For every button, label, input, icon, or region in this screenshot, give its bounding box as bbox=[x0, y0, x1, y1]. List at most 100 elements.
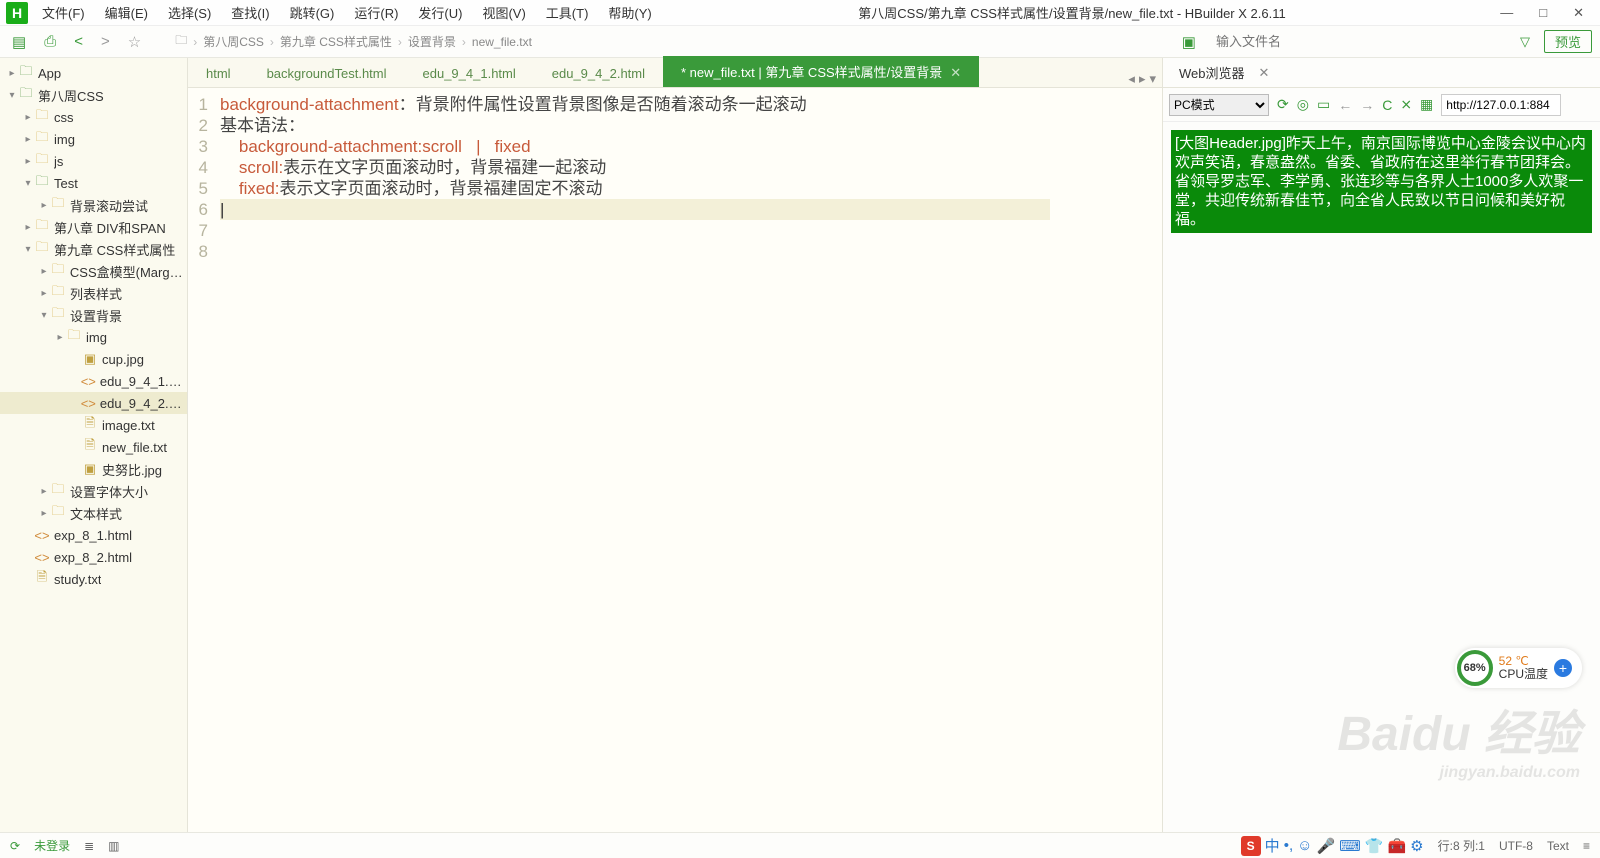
menu-item-6[interactable]: 发行(U) bbox=[410, 1, 470, 24]
ime-emoji-icon[interactable]: ☺ bbox=[1297, 837, 1312, 854]
tree-row[interactable]: ▸🗀设置字体大小 bbox=[0, 480, 187, 502]
chevron-right-icon[interactable]: ▸ bbox=[38, 288, 50, 299]
ime-skin-icon[interactable]: 👕 bbox=[1365, 837, 1384, 855]
tree-row[interactable]: ▾🗀Test bbox=[0, 172, 187, 194]
terminal-icon[interactable]: ▣ bbox=[1178, 33, 1200, 51]
tree-row[interactable]: ▸🗀App bbox=[0, 62, 187, 84]
code-line[interactable]: 基本语法： bbox=[220, 115, 1050, 136]
tree-row[interactable]: <>edu_9_4_2.html bbox=[0, 392, 187, 414]
tree-row[interactable]: ▸🗀列表样式 bbox=[0, 282, 187, 304]
ime-settings-icon[interactable]: ⚙ bbox=[1410, 837, 1423, 855]
cpu-plus-icon[interactable]: + bbox=[1554, 659, 1572, 677]
code-line[interactable]: background-attachment：背景附件属性设置背景图像是否随着滚动… bbox=[220, 94, 1050, 115]
ime-punct-icon[interactable]: •, bbox=[1284, 837, 1293, 854]
tab-list-icon[interactable]: ▾ bbox=[1149, 71, 1156, 87]
chevron-right-icon[interactable]: ▸ bbox=[6, 68, 18, 79]
file-name-input[interactable] bbox=[1210, 32, 1510, 51]
code-lines[interactable]: background-attachment：背景附件属性设置背景图像是否随着滚动… bbox=[216, 88, 1050, 832]
browser-url-input[interactable] bbox=[1441, 94, 1561, 116]
menu-item-1[interactable]: 编辑(E) bbox=[97, 1, 156, 24]
nav-forward-icon[interactable]: > bbox=[97, 33, 114, 50]
menu-item-5[interactable]: 运行(R) bbox=[346, 1, 406, 24]
editor-tab[interactable]: backgroundTest.html bbox=[249, 60, 405, 87]
refresh-icon[interactable]: ⟳ bbox=[1277, 96, 1289, 113]
tree-row[interactable]: ▣cup.jpg bbox=[0, 348, 187, 370]
tree-row[interactable]: ▸🗀js bbox=[0, 150, 187, 172]
chevron-down-icon[interactable]: ▾ bbox=[22, 244, 34, 255]
target-icon[interactable]: ◎ bbox=[1297, 96, 1309, 113]
star-icon[interactable]: ☆ bbox=[124, 33, 145, 51]
browser-forward-icon[interactable]: → bbox=[1360, 97, 1374, 113]
ime-lang-icon[interactable]: 中 bbox=[1265, 835, 1280, 856]
tree-row[interactable]: ▾🗀第八周CSS bbox=[0, 84, 187, 106]
tree-row[interactable]: <>exp_8_2.html bbox=[0, 546, 187, 568]
tree-row[interactable]: ▸🗀css bbox=[0, 106, 187, 128]
ime-keyboard-icon[interactable]: ⌨ bbox=[1339, 837, 1361, 855]
browser-back-icon[interactable]: ← bbox=[1338, 97, 1352, 113]
menu-item-2[interactable]: 选择(S) bbox=[160, 1, 219, 24]
browser-tab[interactable]: Web浏览器 bbox=[1171, 59, 1253, 86]
project-tree[interactable]: ▸🗀App▾🗀第八周CSS▸🗀css▸🗀img▸🗀js▾🗀Test▸🗀背景滚动尝… bbox=[0, 58, 188, 832]
tab-scroll-left-icon[interactable]: ◂ bbox=[1128, 71, 1135, 87]
chevron-down-icon[interactable]: ▾ bbox=[22, 178, 34, 189]
chevron-right-icon[interactable]: ▸ bbox=[22, 112, 34, 123]
menu-item-8[interactable]: 工具(T) bbox=[538, 1, 597, 24]
tree-row[interactable]: ▸🗀文本样式 bbox=[0, 502, 187, 524]
tree-row[interactable]: ▣史努比.jpg bbox=[0, 458, 187, 480]
panel-icon[interactable]: ▥ bbox=[108, 839, 119, 853]
tree-row[interactable]: ▸🗀CSS盒模型(Margi... bbox=[0, 260, 187, 282]
code-line[interactable]: fixed:表示文字页面滚动时，背景福建固定不滚动 bbox=[220, 178, 1050, 199]
save-icon[interactable]: ⎙ bbox=[40, 33, 60, 50]
list-icon[interactable]: ≣ bbox=[84, 839, 94, 853]
chevron-down-icon[interactable]: ▾ bbox=[6, 90, 18, 101]
preview-button[interactable]: 预览 bbox=[1544, 30, 1592, 53]
close-button[interactable]: ✕ bbox=[1573, 5, 1584, 21]
tab-close-icon[interactable]: ✕ bbox=[950, 65, 961, 80]
menu-item-9[interactable]: 帮助(Y) bbox=[600, 1, 659, 24]
qr-icon[interactable]: ▦ bbox=[1420, 96, 1433, 113]
menu-item-4[interactable]: 跳转(G) bbox=[282, 1, 343, 24]
chevron-right-icon[interactable]: ▸ bbox=[38, 200, 50, 211]
tree-row[interactable]: ▾🗀第九章 CSS样式属性 bbox=[0, 238, 187, 260]
ime-bar[interactable]: S 中 •, ☺ 🎤 ⌨ 👕 🧰 ⚙ bbox=[1241, 835, 1424, 856]
nav-back-icon[interactable]: < bbox=[70, 33, 87, 50]
browser-tab-close-icon[interactable]: ✕ bbox=[1259, 65, 1270, 81]
window-icon[interactable]: ▭ bbox=[1317, 96, 1330, 113]
menu-item-7[interactable]: 视图(V) bbox=[474, 1, 533, 24]
reload-icon[interactable]: C bbox=[1382, 97, 1392, 113]
tree-row[interactable]: ▸🗀背景滚动尝试 bbox=[0, 194, 187, 216]
tree-row[interactable]: <>edu_9_4_1.html bbox=[0, 370, 187, 392]
minimize-button[interactable]: — bbox=[1500, 5, 1513, 21]
stop-icon[interactable]: ⨯ bbox=[1400, 96, 1412, 113]
tree-row[interactable]: ▾🗀设置背景 bbox=[0, 304, 187, 326]
menu-item-0[interactable]: 文件(F) bbox=[34, 1, 93, 24]
chevron-right-icon[interactable]: ▸ bbox=[38, 486, 50, 497]
code-line[interactable]: scroll:表示在文字页面滚动时，背景福建一起滚动 bbox=[220, 157, 1050, 178]
language-mode[interactable]: Text bbox=[1547, 839, 1569, 853]
crumb-1[interactable]: 第九章 CSS样式属性 bbox=[280, 33, 392, 50]
editor-tab[interactable]: edu_9_4_2.html bbox=[534, 60, 663, 87]
editor-tab[interactable]: html bbox=[188, 60, 249, 87]
encoding[interactable]: UTF-8 bbox=[1499, 839, 1533, 853]
new-file-icon[interactable]: ▤ bbox=[8, 33, 30, 51]
tree-row[interactable]: 🗎image.txt bbox=[0, 414, 187, 436]
chevron-right-icon[interactable]: ▸ bbox=[22, 134, 34, 145]
menu-item-3[interactable]: 查找(I) bbox=[223, 1, 277, 24]
tree-row[interactable]: 🗎study.txt bbox=[0, 568, 187, 590]
chevron-right-icon[interactable]: ▸ bbox=[22, 156, 34, 167]
tree-row[interactable]: ▸🗀第八章 DIV和SPAN bbox=[0, 216, 187, 238]
chevron-right-icon[interactable]: ▸ bbox=[54, 332, 66, 343]
cpu-widget[interactable]: 68% 52 ℃ CPU温度 + bbox=[1455, 648, 1582, 688]
code-line[interactable]: background-attachment:scroll | fixed bbox=[220, 136, 1050, 157]
sync-icon[interactable]: ⟳ bbox=[10, 839, 20, 853]
login-status[interactable]: 未登录 bbox=[34, 837, 70, 854]
chevron-down-icon[interactable]: ▾ bbox=[38, 310, 50, 321]
tab-scroll-right-icon[interactable]: ▸ bbox=[1139, 71, 1146, 87]
menu-icon[interactable]: ≡ bbox=[1583, 839, 1590, 853]
code-line[interactable]: | bbox=[220, 199, 1050, 220]
tree-row[interactable]: ▸🗀img bbox=[0, 128, 187, 150]
maximize-button[interactable]: □ bbox=[1539, 5, 1547, 21]
tree-row[interactable]: <>exp_8_1.html bbox=[0, 524, 187, 546]
chevron-right-icon[interactable]: ▸ bbox=[38, 266, 50, 277]
browser-mode-select[interactable]: PC模式 bbox=[1169, 94, 1269, 116]
